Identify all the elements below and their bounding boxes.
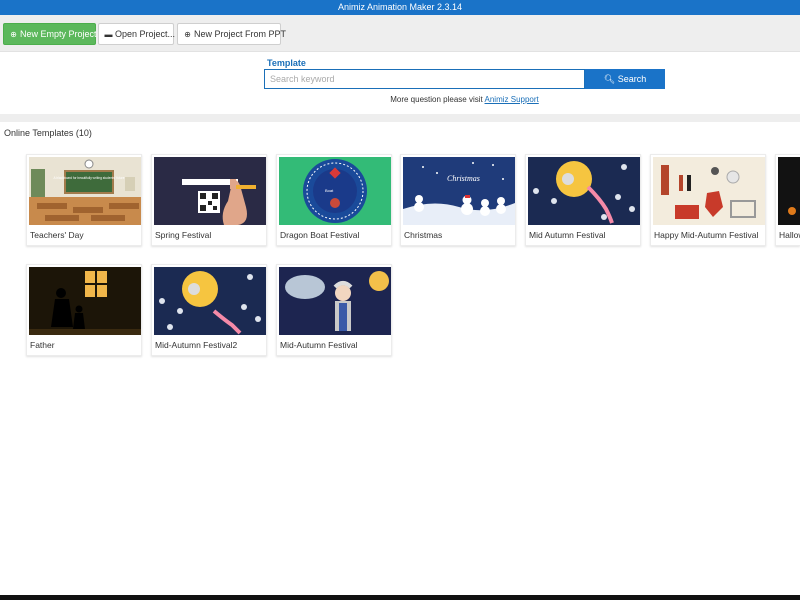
- london-thumbnail: [653, 157, 765, 225]
- thumb-text: A blackboard for beautifully writing stu…: [54, 176, 125, 180]
- template-section-label: Template: [267, 58, 306, 68]
- template-card-label: Hallow: [779, 230, 800, 240]
- template-card-label: Mid Autumn Festival: [529, 230, 606, 240]
- folder-open-icon: ▬: [104, 30, 113, 39]
- plus-circle-icon: ⊕: [184, 30, 191, 39]
- thumb-text: Christmas: [447, 174, 480, 183]
- new-project-from-ppt-label: New Project From PPT: [194, 29, 287, 39]
- taskbar-strip: [0, 595, 800, 600]
- new-project-from-ppt-button[interactable]: ⊕ New Project From PPT: [177, 23, 286, 45]
- qr-code-thumbnail: [154, 157, 266, 225]
- open-project-label: Open Project...: [115, 29, 176, 39]
- template-card-mid-autumn-festival[interactable]: Mid Autumn Festival: [525, 154, 641, 246]
- template-card-father[interactable]: Father: [26, 264, 142, 356]
- template-card-christmas[interactable]: Christmas Christmas: [400, 154, 516, 246]
- plus-circle-icon: ⊕: [10, 30, 17, 39]
- support-link[interactable]: Animiz Support: [485, 95, 539, 104]
- template-card-happy-mid-autumn-festival[interactable]: Happy Mid-Autumn Festival: [650, 154, 766, 246]
- template-card-label: Spring Festival: [155, 230, 212, 240]
- online-templates-heading: Online Templates (10): [4, 128, 92, 138]
- halloween-thumbnail: [778, 157, 800, 225]
- window-titlebar: Animiz Animation Maker 2.3.14: [0, 0, 800, 15]
- snowmen-thumbnail: Christmas: [403, 157, 515, 225]
- template-card-label: Christmas: [404, 230, 443, 240]
- father-silhouette-thumbnail: [29, 267, 141, 335]
- template-card-label: Mid-Autumn Festival2: [155, 340, 238, 350]
- template-card-mid-autumn-festival-3[interactable]: Mid-Autumn Festival: [276, 264, 392, 356]
- thumb-text: Boat: [325, 188, 334, 193]
- search-button[interactable]: 🔍︎ Search: [585, 69, 665, 89]
- moon-rabbit-thumbnail: [528, 157, 640, 225]
- moon-rabbit-thumbnail: [154, 267, 266, 335]
- search-input[interactable]: [264, 69, 585, 89]
- template-card-dragon-boat-festival[interactable]: Boat Dragon Boat Festival: [276, 154, 392, 246]
- support-text: More question please visit: [390, 95, 483, 104]
- grandma-moon-thumbnail: [279, 267, 391, 335]
- search-icon: 🔍︎: [603, 74, 616, 84]
- template-card-label: Teachers' Day: [30, 230, 84, 240]
- section-divider: [0, 114, 800, 122]
- template-card-teachers-day[interactable]: A blackboard for beautifully writing stu…: [26, 154, 142, 246]
- template-card-spring-festival[interactable]: Spring Festival: [151, 154, 267, 246]
- support-line: More question please visit Animiz Suppor…: [264, 95, 665, 104]
- new-empty-project-button[interactable]: ⊕ New Empty Project: [3, 23, 97, 45]
- template-card-label: Father: [30, 340, 55, 350]
- search-button-label: Search: [617, 74, 647, 84]
- classroom-thumbnail: A blackboard for beautifully writing stu…: [29, 157, 141, 225]
- template-card-halloween[interactable]: Hallow: [775, 154, 800, 246]
- open-project-button[interactable]: ▬ Open Project...: [98, 23, 176, 45]
- template-card-label: Happy Mid-Autumn Festival: [654, 230, 759, 240]
- template-card-label: Mid-Autumn Festival: [280, 340, 358, 350]
- template-card-mid-autumn-festival2[interactable]: Mid-Autumn Festival2: [151, 264, 267, 356]
- toolbar: ⊕ New Empty Project ▬ Open Project... ⊕ New…: [0, 15, 800, 52]
- new-empty-project-label: New Empty Project: [20, 29, 97, 39]
- dragon-boat-badge-thumbnail: Boat: [279, 157, 391, 225]
- template-card-label: Dragon Boat Festival: [280, 230, 360, 240]
